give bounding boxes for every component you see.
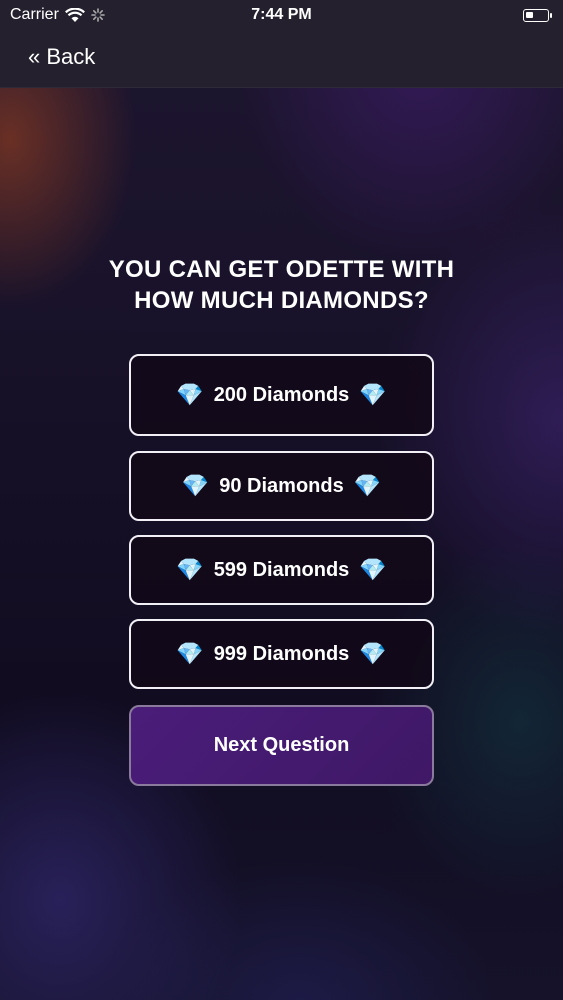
answer-button-2[interactable]: 💎 90 Diamonds 💎 <box>129 451 434 521</box>
diamond-icon: 💎 <box>353 473 382 498</box>
status-bar: Carrier 7:44 PM <box>0 0 563 30</box>
diamond-icon: 💎 <box>359 382 387 407</box>
carrier-label: Carrier <box>10 6 59 23</box>
navigation-bar: « Back <box>0 30 563 88</box>
activity-spinner-icon <box>91 8 105 22</box>
answer-label: 999 Diamonds <box>213 642 350 665</box>
diamond-icon: 💎 <box>359 641 387 666</box>
diamond-icon: 💎 <box>359 557 387 582</box>
answer-button-1[interactable]: 💎 200 Diamonds 💎 <box>129 354 434 436</box>
back-button[interactable]: « Back <box>28 44 95 70</box>
answer-button-4[interactable]: 💎 999 Diamonds 💎 <box>129 619 434 689</box>
answer-label: 200 Diamonds <box>213 383 350 406</box>
answer-label: 90 Diamonds <box>219 474 344 497</box>
answer-label: 599 Diamonds <box>213 558 350 581</box>
question-text: YOU CAN GET ODETTE WITH HOW MUCH DIAMOND… <box>108 256 455 314</box>
battery-icon <box>523 8 552 22</box>
diamond-icon: 💎 <box>176 382 204 407</box>
diamond-icon: 💎 <box>176 641 204 666</box>
diamond-icon: 💎 <box>176 557 204 582</box>
diamond-icon: 💎 <box>181 473 210 498</box>
battery-level <box>526 11 533 18</box>
answer-button-3[interactable]: 💎 599 Diamonds 💎 <box>129 535 434 605</box>
status-left: Carrier <box>10 6 105 24</box>
next-question-button[interactable]: Next Question <box>129 705 434 786</box>
wifi-icon <box>64 7 85 22</box>
